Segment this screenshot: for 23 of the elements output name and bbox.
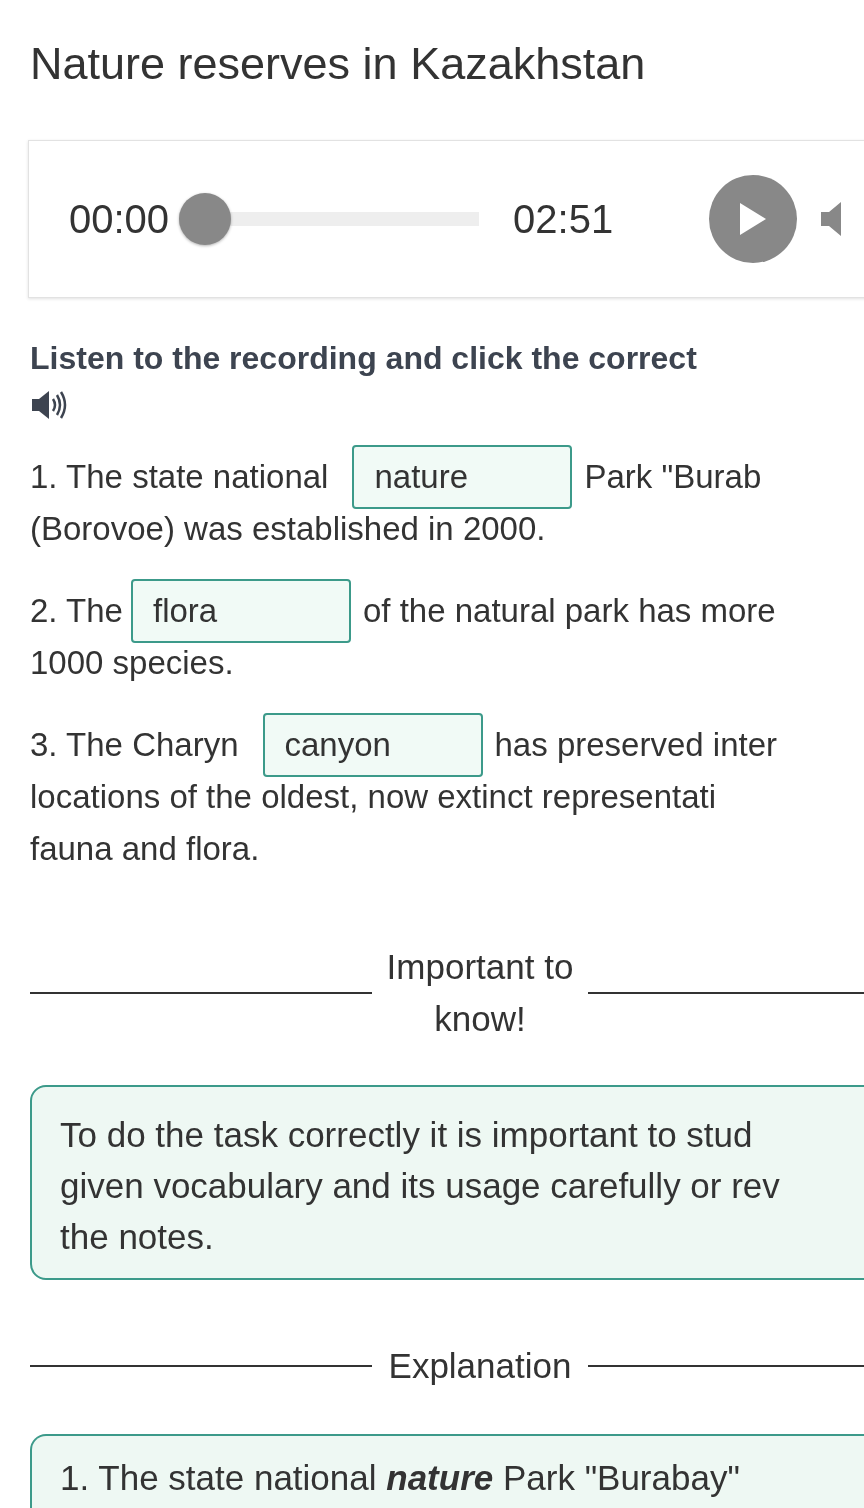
sentence-text: of the natural park has more [362, 592, 776, 630]
sentence-text: fauna and flora. [30, 830, 260, 868]
progress-thumb[interactable] [179, 193, 232, 245]
sentence-text: (Borovoe) was established in 2000. [30, 510, 546, 548]
sentence-text: 3. The Charyn [30, 726, 239, 764]
sentence-text: 2. The [30, 592, 123, 630]
answer-field[interactable]: flora [130, 579, 351, 643]
answer-field[interactable]: nature [352, 445, 573, 509]
answer-field[interactable]: canyon [262, 713, 483, 777]
sentence-text: locations of the oldest, now extinct representati [30, 778, 717, 816]
sentence-text: has preserved inter [494, 726, 777, 764]
page-title: Nature reserves in Kazakhstan [30, 37, 646, 91]
elapsed-time: 00:00 [69, 196, 170, 242]
sentence-text: 1000 species. [30, 644, 234, 682]
explanation-text: 1. The state national nature Park "Burabay" [30, 1434, 864, 1508]
speaker-icon[interactable] [30, 389, 68, 421]
duration-time: 02:51 [513, 196, 614, 242]
section-heading: Important to know! [385, 946, 575, 1040]
sentence-text: Park "Burab [584, 458, 762, 496]
note-text: To do the task correctly it is important to stud given vocabulary and its usage carefully or rev the notes. [30, 1085, 864, 1280]
sentence-text: 1. The state national [30, 458, 329, 496]
section-heading: Explanation [387, 1345, 573, 1387]
instruction-text: Listen to the recording and click the correct [30, 340, 697, 377]
